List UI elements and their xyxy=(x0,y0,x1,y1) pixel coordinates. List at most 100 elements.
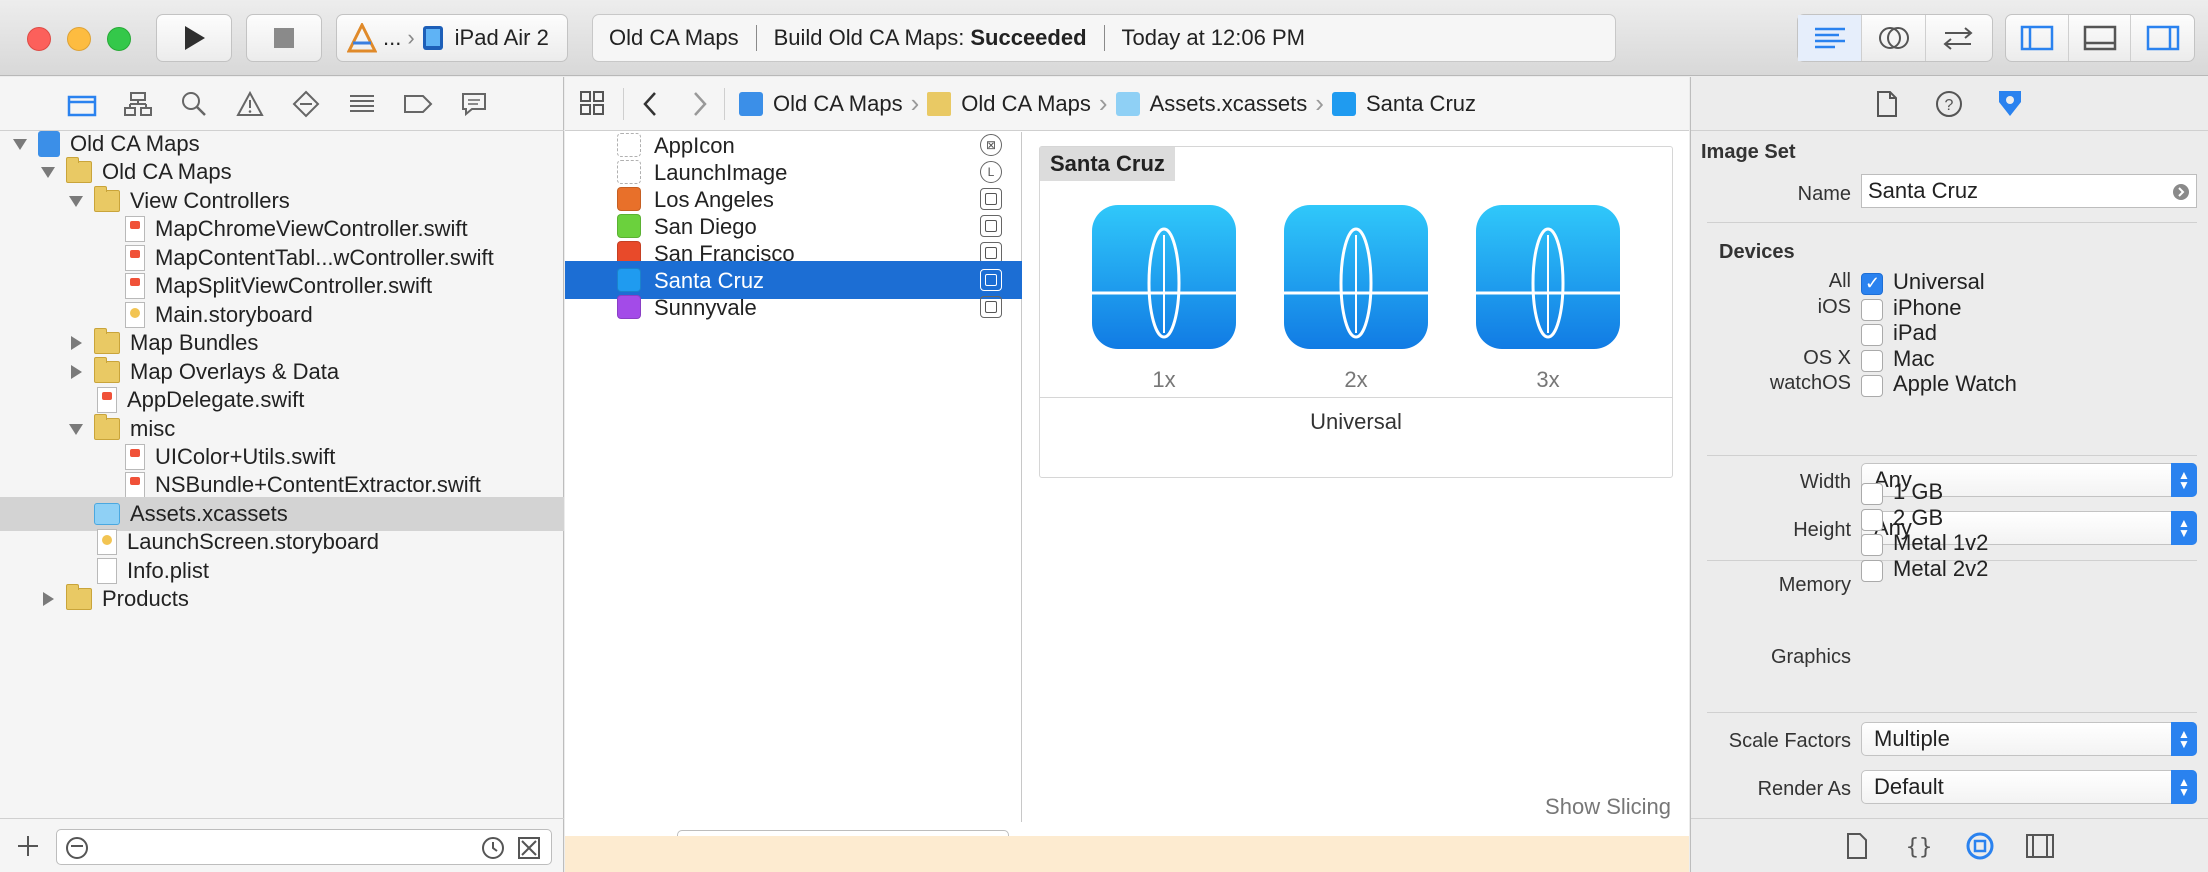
tree-row-label: Map Overlays & Data xyxy=(130,358,340,384)
activity-status-bar: Old CA Maps Build Old CA Maps: Succeeded… xyxy=(592,14,1616,62)
asset-row[interactable]: Sunnyvale xyxy=(565,288,1022,326)
swift-file-icon xyxy=(97,387,117,414)
test-diamond-icon xyxy=(292,90,320,117)
go-arrow-icon[interactable] xyxy=(2172,183,2190,201)
run-button[interactable] xyxy=(156,14,232,62)
assistant-editor-button[interactable] xyxy=(1862,15,1926,61)
minimize-window-button[interactable] xyxy=(67,27,91,51)
name-field[interactable]: Santa Cruz xyxy=(1861,174,2197,208)
scale-factors-value: Multiple xyxy=(1874,726,1950,751)
checkbox[interactable] xyxy=(1861,298,1883,321)
source-control-filter-icon[interactable] xyxy=(517,836,541,860)
tab-test-navigator[interactable] xyxy=(278,84,334,124)
checkbox[interactable] xyxy=(1861,349,1883,372)
tab-debug-navigator[interactable] xyxy=(334,84,390,124)
xcassets-icon xyxy=(94,502,120,525)
status-divider xyxy=(1103,25,1105,51)
breadcrumb-xcassets[interactable]: Assets.xcassets xyxy=(1115,91,1307,117)
quick-help-icon[interactable]: ? xyxy=(1935,90,1963,118)
recent-files-clock-icon[interactable] xyxy=(481,836,505,860)
disclosure-closed-icon[interactable] xyxy=(66,333,86,353)
toolbar: ... › iPad Air 2 Old CA Maps Build Old C… xyxy=(0,0,2208,76)
checkbox[interactable] xyxy=(1861,273,1883,295)
folder-icon xyxy=(94,356,120,383)
checkbox[interactable] xyxy=(1861,508,1883,531)
breadcrumb-group[interactable]: Old CA Maps xyxy=(927,91,1091,117)
device-group-label: watchOS xyxy=(1769,372,1851,395)
disclosure-open-icon[interactable] xyxy=(10,134,30,154)
breadcrumb-separator-icon: › xyxy=(910,88,920,118)
right-panel-icon xyxy=(2146,25,2179,51)
standard-editor-button[interactable] xyxy=(1798,15,1862,61)
group-label: Universal xyxy=(1310,409,1402,434)
version-editor-button[interactable] xyxy=(1926,15,1990,61)
checkbox[interactable] xyxy=(1861,559,1883,582)
media-library-icon[interactable] xyxy=(2025,832,2055,860)
breadcrumb-imageset[interactable]: Santa Cruz xyxy=(1331,91,1476,117)
show-slicing-button[interactable]: Show Slicing xyxy=(1545,794,1671,820)
image-slot-3x[interactable] xyxy=(1476,205,1620,349)
checkbox-label: Apple Watch xyxy=(1893,371,2017,397)
tree-row-label: Assets.xcassets xyxy=(130,500,288,526)
tree-row[interactable]: Products xyxy=(0,582,564,616)
toggle-utilities-button[interactable] xyxy=(2131,15,2194,61)
disclosure-open-icon[interactable] xyxy=(38,162,58,182)
close-window-button[interactable] xyxy=(27,27,51,51)
folder-icon xyxy=(927,91,952,116)
scheme-selector[interactable]: ... › iPad Air 2 xyxy=(336,14,568,62)
render-as-value: Default xyxy=(1874,774,1944,799)
status-time: Today at 12:06 PM xyxy=(1121,25,1305,50)
graphics-label: Graphics xyxy=(1770,646,1851,668)
left-panel-icon xyxy=(2020,25,2054,51)
device-group-label: OS X xyxy=(1803,346,1851,369)
tab-report-navigator[interactable] xyxy=(446,84,502,124)
search-icon xyxy=(182,91,206,116)
slot-label-1x: 1x xyxy=(1152,367,1176,392)
stop-button[interactable] xyxy=(246,14,322,62)
render-as-popup[interactable]: Default ▲ ▼ xyxy=(1861,770,2197,804)
related-items-grid-icon[interactable] xyxy=(579,90,607,118)
checkbox-label: Metal 2v2 xyxy=(1893,555,1989,581)
checkbox[interactable] xyxy=(1861,534,1883,556)
add-icon[interactable] xyxy=(16,834,40,858)
forward-arrow-icon[interactable] xyxy=(690,90,710,118)
device-group-label: All xyxy=(1828,270,1851,292)
breadcrumb-project[interactable]: Old CA Maps xyxy=(739,91,903,117)
attributes-inspector-icon[interactable] xyxy=(1995,88,2025,120)
checkbox[interactable] xyxy=(1861,375,1883,398)
checkbox[interactable] xyxy=(1861,324,1883,347)
image-slot-1x[interactable] xyxy=(1092,205,1236,349)
tab-issue-navigator[interactable] xyxy=(222,84,278,124)
disclosure-open-icon[interactable] xyxy=(66,191,86,211)
file-template-icon[interactable] xyxy=(1845,832,1869,860)
scale-factors-popup[interactable]: Multiple ▲ ▼ xyxy=(1861,722,2197,756)
back-arrow-icon[interactable] xyxy=(640,90,660,118)
badge-inner xyxy=(985,301,997,313)
toggle-debug-area-button[interactable] xyxy=(2069,15,2132,61)
object-library-icon[interactable] xyxy=(1965,831,1995,861)
project-icon xyxy=(739,91,763,116)
library-tab-bar: {} xyxy=(1691,818,2208,872)
code-snippet-braces-icon[interactable]: {} xyxy=(1905,832,1933,860)
disclosure-closed-icon[interactable] xyxy=(66,362,86,382)
tab-breakpoint-navigator[interactable] xyxy=(390,84,446,124)
disclosure-closed-icon[interactable] xyxy=(38,589,58,609)
checkbox[interactable] xyxy=(1861,483,1883,505)
image-slot-2x[interactable] xyxy=(1284,205,1428,349)
tab-symbol-navigator[interactable] xyxy=(110,84,166,124)
play-icon xyxy=(185,26,205,50)
device-name: iPad Air 2 xyxy=(454,25,549,50)
tab-find-navigator[interactable] xyxy=(166,84,222,124)
zoom-window-button[interactable] xyxy=(107,27,131,51)
stepper-arrows-icon: ▲ ▼ xyxy=(2171,722,2197,756)
disclosure-open-icon[interactable] xyxy=(66,419,86,439)
swift-file-icon xyxy=(125,472,145,499)
editor-mode-segmented-control xyxy=(1797,14,1993,62)
tab-project-navigator[interactable] xyxy=(54,84,110,124)
debug-lines-icon xyxy=(350,94,374,112)
toggle-navigator-button[interactable] xyxy=(2006,15,2069,61)
navigator-filter-field[interactable] xyxy=(56,829,552,865)
file-inspector-icon[interactable] xyxy=(1875,90,1899,118)
